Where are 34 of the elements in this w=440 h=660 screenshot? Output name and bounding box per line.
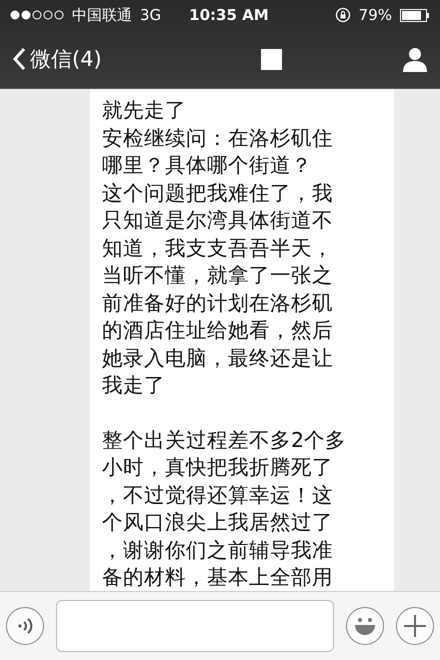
- person-icon[interactable]: [402, 46, 428, 72]
- message-line: 前准备好的计划在洛杉矶: [102, 290, 334, 316]
- message-line: ，不过觉得还算幸运！这: [102, 482, 334, 508]
- add-button[interactable]: [396, 607, 434, 645]
- message-line: 整个出关过程差不多2个多: [102, 426, 348, 454]
- message-line: 知道，我支支吾吾半天，: [102, 234, 334, 262]
- network-type: 3G: [140, 6, 162, 24]
- battery-percent: 79%: [358, 6, 392, 24]
- message-line: 备的材料，基本上全部用: [102, 564, 334, 591]
- voice-button[interactable]: [6, 607, 44, 645]
- message-line: 我走了: [102, 372, 166, 399]
- message-line: 她录入电脑，最终还是让: [102, 344, 334, 372]
- message-line: 就先走了: [102, 97, 187, 124]
- message-line: 安检继续问：在洛杉矶住: [102, 124, 334, 152]
- message-line: 个风口浪尖上我居然过了: [102, 509, 334, 536]
- message-line: 小时，真快把我折腾死了: [102, 454, 334, 481]
- signal-icon: [10, 10, 64, 20]
- message-line: 当听不懂，就拿了一张之: [102, 262, 334, 289]
- message-input[interactable]: [56, 600, 334, 652]
- rotation-lock-icon: [334, 7, 351, 23]
- chevron-left-icon: [12, 47, 26, 71]
- message-line: 只知道是尔湾具体街道不: [102, 207, 334, 234]
- redaction-mark: [261, 48, 282, 70]
- clock-time: 10:35 AM: [189, 6, 269, 24]
- battery-icon: [400, 8, 430, 22]
- emoji-button[interactable]: [346, 607, 384, 645]
- message-line: ，谢谢你们之前辅导我准: [102, 536, 334, 564]
- carrier-name: 中国联通: [72, 6, 132, 24]
- message-line: 的酒店住址给她看，然后: [102, 317, 334, 344]
- plus-icon: [403, 614, 427, 638]
- voice-icon: [16, 617, 34, 635]
- message-line: 哪里？具体哪个街道？: [102, 152, 313, 179]
- back-button[interactable]: 微信(4): [12, 45, 102, 73]
- message-line: 这个问题把我难住了，我: [102, 180, 334, 206]
